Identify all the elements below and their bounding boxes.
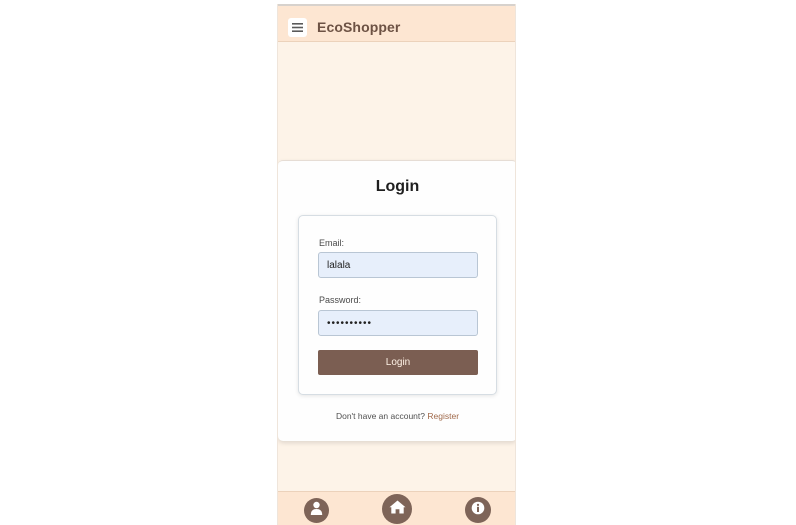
email-label: Email: — [319, 238, 345, 248]
register-link[interactable]: Register — [427, 411, 459, 421]
register-prompt: Don't have an account? — [335, 411, 425, 421]
app-header: EcoShopper — [278, 6, 515, 42]
info-icon — [471, 501, 485, 520]
email-field[interactable] — [318, 252, 478, 278]
home-icon — [389, 500, 406, 519]
menu-button[interactable] — [288, 18, 307, 37]
login-title: Login — [375, 178, 420, 195]
nav-profile-button[interactable] — [304, 498, 329, 523]
login-card: Login Email: Password: Login Don't have … — [278, 160, 515, 441]
password-field[interactable] — [318, 310, 478, 336]
login-form: Email: Password: Login — [298, 215, 497, 395]
bottom-nav — [278, 491, 515, 525]
password-label: Password: — [319, 295, 362, 305]
user-icon — [310, 501, 323, 520]
nav-info-button[interactable] — [465, 497, 491, 523]
nav-home-button[interactable] — [382, 494, 412, 524]
login-button[interactable]: Login — [318, 350, 478, 375]
app-title: EcoShopper — [317, 19, 401, 35]
register-prompt-line: Don't have an account? Register — [278, 411, 515, 421]
app-screen: EcoShopper Login Email: Password: Login … — [277, 4, 516, 525]
menu-icon — [292, 23, 303, 32]
